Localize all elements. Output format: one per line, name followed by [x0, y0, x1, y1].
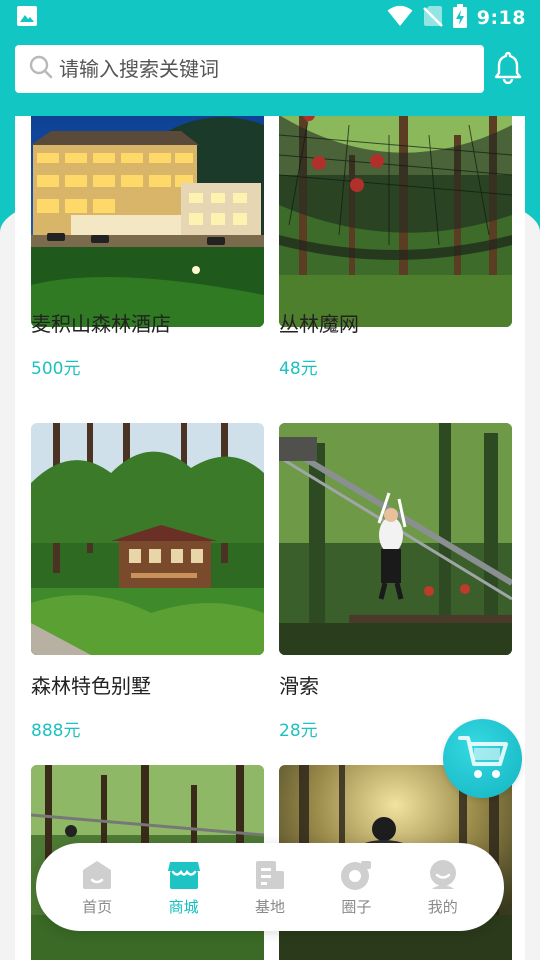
bell-icon — [492, 50, 524, 88]
nav-label: 圈子 — [341, 897, 372, 916]
product-price: 28元 — [279, 721, 318, 741]
nav-item-profile[interactable]: 我的 — [403, 858, 483, 917]
notification-button[interactable] — [490, 50, 526, 88]
status-bar: 9:18 — [0, 0, 540, 36]
product-card[interactable]: 丛林魔网 48元 — [279, 116, 512, 379]
nav-item-base[interactable]: 基地 — [230, 858, 310, 917]
battery-charging-icon — [452, 4, 467, 32]
jungle-net-photo — [279, 116, 512, 327]
nav-label: 我的 — [427, 897, 458, 916]
product-price: 48元 — [279, 359, 318, 379]
search-input[interactable] — [59, 57, 459, 81]
product-name: 滑索 — [279, 674, 319, 698]
nav-item-shop[interactable]: 商城 — [144, 858, 224, 917]
product-grid: 麦积山森林酒店 500元 丛林魔网 48元 森林特色别墅 888元 滑索 28元 — [15, 116, 525, 960]
home-icon — [80, 858, 114, 892]
circle-icon — [339, 858, 373, 892]
base-icon — [253, 858, 287, 892]
nav-item-circle[interactable]: 圈子 — [316, 858, 396, 917]
wifi-icon — [387, 5, 413, 31]
forest-villa-photo — [31, 423, 264, 655]
gallery-icon — [16, 5, 38, 31]
product-name: 麦积山森林酒店 — [31, 312, 171, 336]
cart-button[interactable] — [443, 719, 522, 798]
search-bar[interactable] — [15, 45, 484, 93]
product-name: 丛林魔网 — [279, 312, 359, 336]
clock: 9:18 — [476, 7, 526, 29]
profile-icon — [426, 858, 460, 892]
nav-label: 首页 — [82, 897, 113, 916]
product-price: 500元 — [31, 359, 81, 379]
bottom-nav: 首页 商城 基地 圈子 我的 — [36, 843, 504, 931]
forest-hotel-photo — [31, 116, 264, 327]
product-card[interactable]: 麦积山森林酒店 500元 — [31, 116, 264, 379]
shop-icon — [167, 858, 201, 892]
nav-label: 基地 — [254, 897, 285, 916]
no-sim-icon — [422, 5, 443, 31]
search-icon — [29, 55, 53, 83]
product-card[interactable]: 森林特色别墅 888元 — [31, 423, 264, 741]
product-card[interactable]: 滑索 28元 — [279, 423, 512, 741]
product-price: 888元 — [31, 721, 81, 741]
nav-item-home[interactable]: 首页 — [57, 858, 137, 917]
zipline-photo — [279, 423, 512, 655]
nav-label: 商城 — [168, 897, 199, 916]
product-name: 森林特色别墅 — [31, 674, 151, 698]
cart-icon — [456, 732, 510, 786]
